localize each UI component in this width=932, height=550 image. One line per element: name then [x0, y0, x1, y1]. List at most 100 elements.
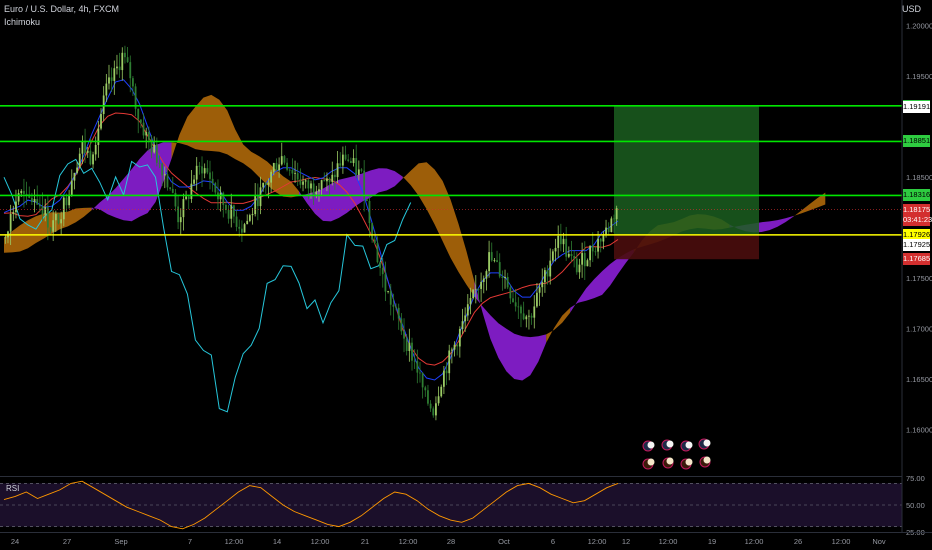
candle-body	[496, 260, 498, 263]
candle-body	[291, 169, 294, 174]
candle-body	[546, 270, 549, 277]
candle-body	[113, 68, 116, 81]
candle-body	[387, 291, 389, 292]
candle-body	[76, 167, 78, 173]
price-axis[interactable]: 1.20000 1.19500 1.18500 1.17500 1.17000 1.165…	[901, 0, 932, 550]
candle-body	[570, 253, 573, 257]
candle-body	[94, 144, 97, 155]
candle-body	[392, 304, 395, 307]
price-tick-label: 1.16500	[906, 375, 932, 384]
chart-canvas[interactable]: 1.20000 1.19500 1.18500 1.17500 1.17000 1.165…	[0, 0, 932, 550]
candle-body	[137, 108, 140, 120]
long-position-tool[interactable]	[614, 105, 759, 260]
price-tick-label: 1.16000	[906, 426, 932, 435]
candle-body	[341, 154, 344, 166]
candle-body	[474, 288, 477, 290]
event-badge-icon	[666, 457, 674, 465]
candle-body	[562, 238, 565, 245]
candle-body	[124, 52, 126, 58]
candle-body	[615, 208, 618, 220]
currency-label[interactable]: USD	[902, 4, 921, 14]
candle-body	[575, 258, 578, 273]
candle-body	[589, 245, 591, 261]
candle-body	[549, 260, 552, 277]
candle-body	[458, 329, 461, 347]
candle-body	[294, 173, 296, 174]
candle-body	[357, 169, 360, 175]
candle-body	[389, 291, 392, 305]
candle-body	[163, 174, 166, 176]
time-tick-label: 26	[794, 537, 802, 546]
candle-body	[65, 197, 68, 206]
price-tag: 1.19191	[903, 101, 931, 114]
price-tick-label: 1.17500	[906, 274, 932, 283]
candle-body	[209, 172, 211, 179]
candle-body	[179, 217, 182, 223]
candle-body	[419, 372, 421, 374]
candle-body	[9, 213, 12, 232]
candle-body	[102, 95, 105, 115]
candle-body	[177, 206, 179, 223]
candle-body	[573, 256, 576, 259]
candle-body	[453, 344, 456, 350]
rsi-tick-label: 50.00	[906, 501, 925, 510]
candle-body	[368, 201, 371, 224]
candle-body	[352, 158, 355, 164]
candle-body	[230, 205, 233, 219]
candle-body	[17, 193, 20, 202]
candle-body	[599, 238, 602, 242]
candle-body	[15, 201, 17, 213]
candle-body	[450, 349, 453, 351]
candle-body	[222, 192, 225, 205]
candle-body	[73, 172, 76, 181]
candle-body	[331, 174, 334, 183]
candle-body	[312, 183, 315, 195]
candle-body	[530, 315, 533, 318]
candle-body	[501, 276, 504, 279]
candle-body	[275, 162, 278, 171]
candle-body	[33, 199, 36, 202]
event-badge-icon	[666, 440, 674, 448]
candle-body	[525, 316, 528, 320]
candle-body	[594, 251, 597, 253]
candle-body	[36, 199, 39, 205]
candle-body	[445, 370, 448, 374]
candle-body	[100, 114, 102, 129]
price-tag: 1.17685	[903, 253, 931, 266]
candle-body	[248, 215, 251, 221]
event-badge-icon	[685, 458, 693, 466]
candle-body	[62, 197, 65, 220]
event-badge-icon	[703, 439, 711, 447]
candle-body	[509, 287, 512, 299]
candle-body	[466, 304, 469, 316]
time-tick-label: Sep	[114, 537, 127, 546]
candle-body	[498, 262, 501, 277]
price-tag: 1.18316	[903, 189, 931, 202]
candle-body	[31, 197, 33, 202]
time-tick-label: 21	[361, 537, 369, 546]
candle-body	[373, 239, 376, 244]
candle-body	[541, 282, 544, 288]
candle-body	[302, 181, 304, 185]
candle-body	[84, 141, 86, 153]
indicator-label[interactable]: Ichimoku	[4, 17, 40, 27]
candle-body	[482, 278, 485, 282]
candle-body	[514, 302, 517, 307]
time-tick-label: 14	[273, 537, 281, 546]
candle-body	[251, 214, 254, 216]
event-badge-icon	[685, 441, 693, 449]
candle-body	[421, 372, 424, 388]
candle-body	[400, 318, 403, 332]
time-tick-label: 28	[447, 537, 455, 546]
candle-body	[262, 182, 265, 188]
candle-body	[193, 179, 195, 184]
candle-body	[379, 262, 382, 268]
candle-body	[126, 57, 129, 63]
candle-body	[44, 207, 47, 215]
price-tag: 03:41:23	[903, 213, 932, 226]
candle-body	[267, 182, 270, 185]
candle-body	[307, 180, 310, 189]
candle-body	[472, 289, 475, 299]
candle-body	[597, 238, 599, 252]
candle-body	[153, 144, 156, 153]
